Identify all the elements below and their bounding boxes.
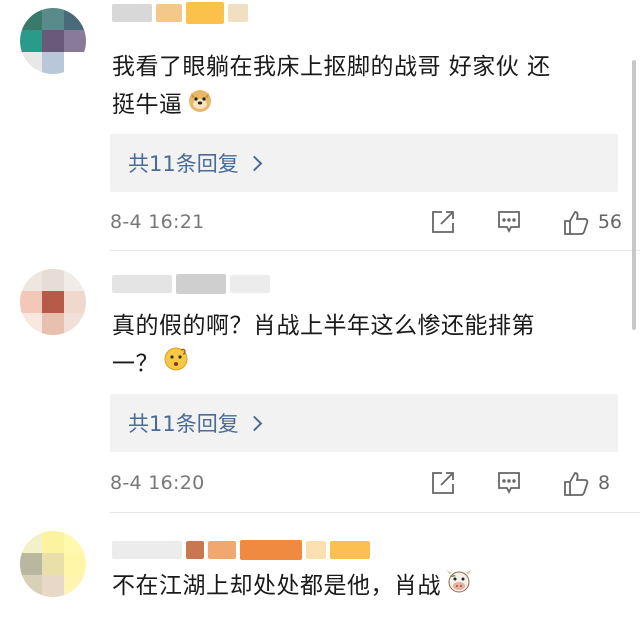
comment-text-line: 真的假的啊？肖战上半年这么惨还能排第 xyxy=(112,313,535,339)
thinking-emoji-icon xyxy=(163,346,189,384)
comment-icon[interactable] xyxy=(496,209,522,235)
avatar[interactable] xyxy=(20,531,86,597)
reply-count-label: 共11条回复 xyxy=(128,412,239,436)
comment-icon[interactable] xyxy=(496,470,522,496)
comment-actions: 8 xyxy=(430,470,622,496)
cow-emoji-icon xyxy=(445,568,473,606)
share-icon[interactable] xyxy=(430,470,456,496)
thumbs-up-icon[interactable] xyxy=(562,209,589,235)
scrollbar[interactable] xyxy=(632,60,636,330)
comment-item: 真的假的啊？肖战上半年这么惨还能排第 一？ 共11条回复 8-4 16:20 8 xyxy=(0,251,640,513)
comment-text: 真的假的啊？肖战上半年这么惨还能排第 一？ xyxy=(112,307,612,384)
comment-meta: 8-4 16:20 8 xyxy=(110,465,622,501)
username-obscured[interactable] xyxy=(112,2,248,24)
avatar[interactable] xyxy=(20,8,86,74)
chevron-right-icon xyxy=(246,415,263,431)
chevron-right-icon xyxy=(246,155,263,171)
comment-meta: 8-4 16:21 56 xyxy=(110,204,622,240)
comment-text: 不在江湖上却处处都是他，肖战 xyxy=(112,567,612,606)
username-obscured[interactable] xyxy=(112,273,270,295)
comment-text: 我看了眼躺在我床上抠脚的战哥 好家伙 还 挺牛逼 xyxy=(112,48,612,125)
comment-text-line: 一？ xyxy=(112,351,159,377)
comment-actions: 56 xyxy=(430,209,622,235)
timestamp: 8-4 16:20 xyxy=(110,472,205,494)
view-replies-button[interactable]: 共11条回复 xyxy=(110,394,618,452)
thumbs-up-icon[interactable] xyxy=(562,470,589,496)
avatar[interactable] xyxy=(20,269,86,335)
share-icon[interactable] xyxy=(430,209,456,235)
like-count: 8 xyxy=(598,472,611,494)
comment-text-line: 不在江湖上却处处都是他，肖战 xyxy=(112,573,441,599)
comment-item: 不在江湖上却处处都是他，肖战 xyxy=(0,513,640,625)
reply-count-label: 共11条回复 xyxy=(128,152,239,176)
comment-meta xyxy=(110,617,622,625)
view-replies-button[interactable]: 共11条回复 xyxy=(110,134,618,192)
comment-text-line: 我看了眼躺在我床上抠脚的战哥 好家伙 还 xyxy=(112,54,551,80)
username-obscured[interactable] xyxy=(112,539,370,561)
comment-item: 我看了眼躺在我床上抠脚的战哥 好家伙 还 挺牛逼 共11条回复 8-4 16:2… xyxy=(0,0,640,251)
comment-text-line: 挺牛逼 xyxy=(112,92,183,118)
timestamp: 8-4 16:21 xyxy=(110,211,205,233)
like-count: 56 xyxy=(597,211,622,233)
doge-emoji-icon xyxy=(187,87,213,125)
